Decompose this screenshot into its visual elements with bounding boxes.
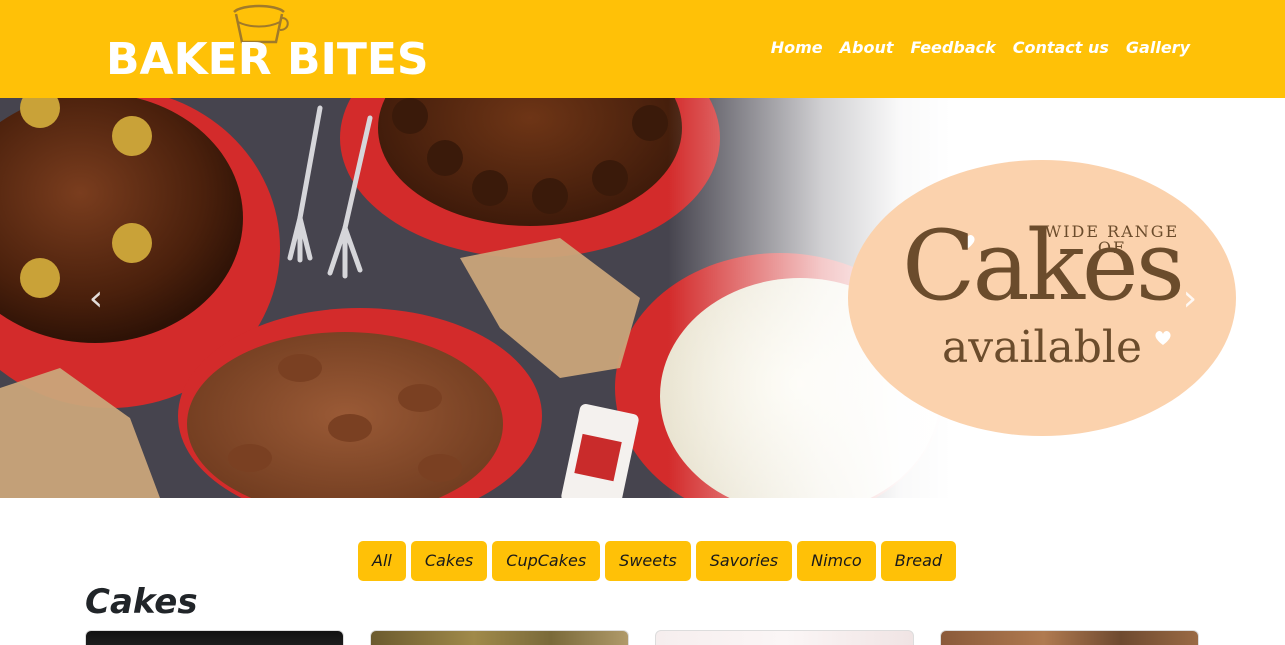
filter-all[interactable]: All	[358, 541, 406, 581]
nav-home[interactable]: Home	[771, 36, 823, 60]
filter-bread[interactable]: Bread	[880, 541, 957, 581]
nav-about[interactable]: About	[840, 36, 894, 60]
section-title: Cakes	[85, 582, 198, 622]
nav-feedback[interactable]: Feedback	[911, 36, 996, 60]
main-nav: Home About Feedback Contact us Gallery	[771, 36, 1190, 60]
category-filters: All Cakes CupCakes Sweets Savories Nimco…	[358, 541, 957, 581]
product-card[interactable]	[85, 630, 344, 645]
hero-carousel: Wide range of Cakes available ‹ ›	[0, 98, 1285, 498]
logo[interactable]: BAKER BITES	[106, 2, 429, 92]
filter-cupcakes[interactable]: CupCakes	[492, 541, 601, 581]
logo-text: BAKER BITES	[106, 34, 429, 85]
product-card[interactable]	[370, 630, 629, 645]
nav-contact-us[interactable]: Contact us	[1013, 36, 1109, 60]
filter-savories[interactable]: Savories	[695, 541, 793, 581]
filter-cakes[interactable]: Cakes	[410, 541, 488, 581]
filter-nimco[interactable]: Nimco	[797, 541, 876, 581]
product-card[interactable]	[940, 630, 1199, 645]
nav-gallery[interactable]: Gallery	[1126, 36, 1190, 60]
product-card[interactable]	[655, 630, 914, 645]
filter-sweets[interactable]: Sweets	[605, 541, 691, 581]
site-header: BAKER BITES Home About Feedback Contact …	[0, 0, 1285, 98]
promo-sub-text: available	[942, 322, 1142, 373]
chevron-right-icon[interactable]: ›	[1178, 281, 1202, 317]
chevron-left-icon[interactable]: ‹	[84, 281, 108, 317]
